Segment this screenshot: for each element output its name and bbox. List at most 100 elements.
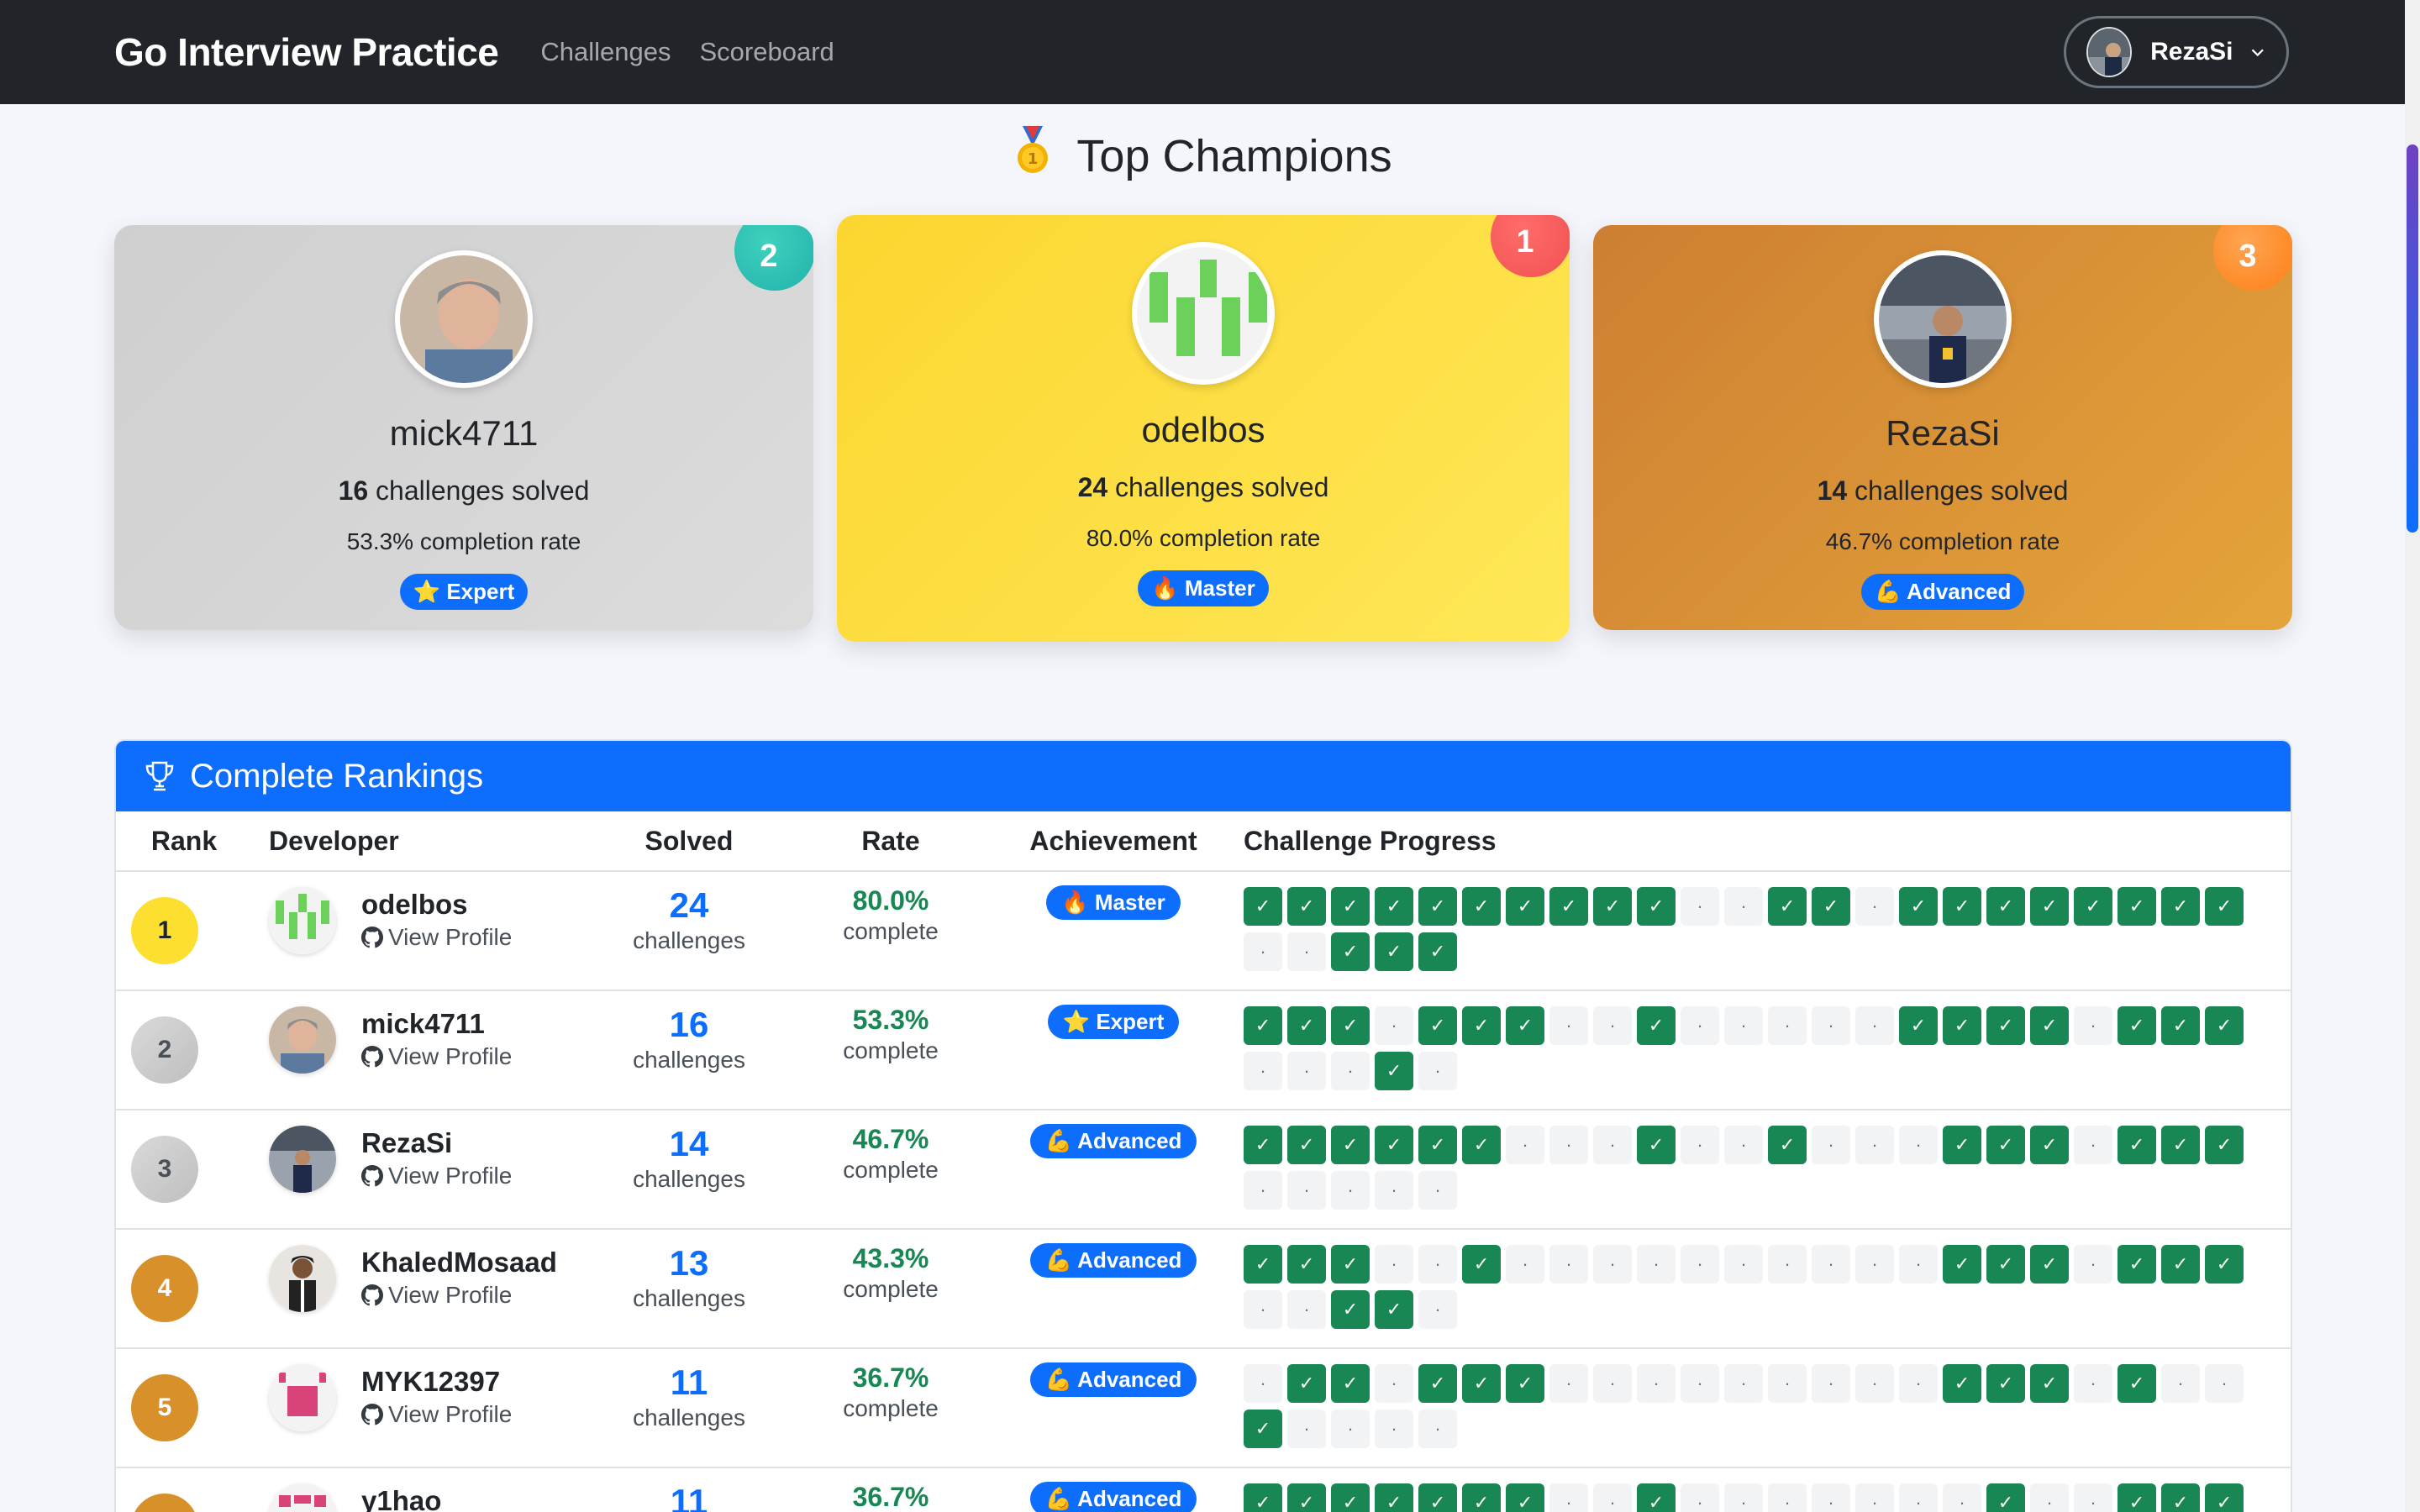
- nav-link-scoreboard[interactable]: Scoreboard: [699, 37, 834, 67]
- table-row[interactable]: 2 mick4711 View Profile 16 challenges 53…: [116, 991, 2291, 1110]
- challenge-solved-cell[interactable]: ✓: [1462, 1364, 1501, 1403]
- challenge-unsolved-cell[interactable]: ·: [1855, 887, 1894, 926]
- challenge-solved-cell[interactable]: ✓: [1287, 1483, 1326, 1512]
- challenge-solved-cell[interactable]: ✓: [1244, 1483, 1282, 1512]
- challenge-solved-cell[interactable]: ✓: [1768, 887, 1807, 926]
- challenge-unsolved-cell[interactable]: ·: [1593, 1006, 1632, 1045]
- challenge-solved-cell[interactable]: ✓: [1506, 1483, 1544, 1512]
- challenge-unsolved-cell[interactable]: ·: [1681, 1245, 1719, 1284]
- challenge-unsolved-cell[interactable]: ·: [1506, 1126, 1544, 1164]
- challenge-solved-cell[interactable]: ✓: [1943, 1245, 1981, 1284]
- challenge-unsolved-cell[interactable]: ·: [1549, 1126, 1588, 1164]
- challenge-solved-cell[interactable]: ✓: [2205, 1483, 2244, 1512]
- col-solved[interactable]: Solved: [597, 826, 781, 857]
- challenge-unsolved-cell[interactable]: ·: [1768, 1245, 1807, 1284]
- challenge-unsolved-cell[interactable]: ·: [1593, 1364, 1632, 1403]
- challenge-unsolved-cell[interactable]: ·: [2074, 1483, 2112, 1512]
- challenge-unsolved-cell[interactable]: ·: [1681, 1483, 1719, 1512]
- challenge-solved-cell[interactable]: ✓: [1331, 932, 1370, 971]
- col-developer[interactable]: Developer: [252, 826, 597, 857]
- challenge-unsolved-cell[interactable]: ·: [1768, 1483, 1807, 1512]
- challenge-solved-cell[interactable]: ✓: [1986, 1364, 2025, 1403]
- challenge-solved-cell[interactable]: ✓: [1375, 1290, 1413, 1329]
- challenge-solved-cell[interactable]: ✓: [2205, 1245, 2244, 1284]
- challenge-unsolved-cell[interactable]: ·: [1681, 1126, 1719, 1164]
- challenge-solved-cell[interactable]: ✓: [1375, 887, 1413, 926]
- challenge-unsolved-cell[interactable]: ·: [2030, 1483, 2069, 1512]
- challenge-unsolved-cell[interactable]: ·: [1244, 932, 1282, 971]
- challenge-unsolved-cell[interactable]: ·: [1244, 1171, 1282, 1210]
- challenge-unsolved-cell[interactable]: ·: [1331, 1410, 1370, 1448]
- challenge-unsolved-cell[interactable]: ·: [1593, 1483, 1632, 1512]
- challenge-solved-cell[interactable]: ✓: [2161, 887, 2200, 926]
- challenge-unsolved-cell[interactable]: ·: [2074, 1364, 2112, 1403]
- challenge-solved-cell[interactable]: ✓: [1418, 1126, 1457, 1164]
- challenge-solved-cell[interactable]: ✓: [1244, 1006, 1282, 1045]
- challenge-unsolved-cell[interactable]: ·: [1855, 1245, 1894, 1284]
- challenge-solved-cell[interactable]: ✓: [1899, 887, 1938, 926]
- challenge-unsolved-cell[interactable]: ·: [1768, 1006, 1807, 1045]
- challenge-unsolved-cell[interactable]: ·: [1418, 1171, 1457, 1210]
- challenge-unsolved-cell[interactable]: ·: [1287, 1410, 1326, 1448]
- challenge-solved-cell[interactable]: ✓: [1986, 1245, 2025, 1284]
- challenge-solved-cell[interactable]: ✓: [2118, 887, 2156, 926]
- challenge-unsolved-cell[interactable]: ·: [1287, 1290, 1326, 1329]
- challenge-solved-cell[interactable]: ✓: [1637, 1006, 1676, 1045]
- challenge-unsolved-cell[interactable]: ·: [1768, 1364, 1807, 1403]
- challenge-solved-cell[interactable]: ✓: [1287, 1364, 1326, 1403]
- challenge-solved-cell[interactable]: ✓: [1331, 1245, 1370, 1284]
- challenge-solved-cell[interactable]: ✓: [1943, 887, 1981, 926]
- challenge-solved-cell[interactable]: ✓: [2118, 1245, 2156, 1284]
- challenge-unsolved-cell[interactable]: ·: [1899, 1483, 1938, 1512]
- challenge-solved-cell[interactable]: ✓: [1462, 1126, 1501, 1164]
- challenge-unsolved-cell[interactable]: ·: [1812, 1483, 1850, 1512]
- challenge-solved-cell[interactable]: ✓: [2118, 1006, 2156, 1045]
- challenge-unsolved-cell[interactable]: ·: [1681, 1364, 1719, 1403]
- col-rate[interactable]: Rate: [781, 826, 1000, 857]
- challenge-solved-cell[interactable]: ✓: [1986, 1483, 2025, 1512]
- challenge-solved-cell[interactable]: ✓: [1244, 887, 1282, 926]
- challenge-solved-cell[interactable]: ✓: [1462, 1245, 1501, 1284]
- challenge-solved-cell[interactable]: ✓: [1331, 1364, 1370, 1403]
- col-achievement[interactable]: Achievement: [1000, 826, 1227, 857]
- brand-logo[interactable]: Go Interview Practice: [114, 29, 499, 75]
- challenge-solved-cell[interactable]: ✓: [1287, 1006, 1326, 1045]
- developer-name[interactable]: odelbos: [361, 889, 512, 921]
- scrollbar[interactable]: [2405, 0, 2420, 1512]
- challenge-unsolved-cell[interactable]: ·: [1812, 1126, 1850, 1164]
- challenge-unsolved-cell[interactable]: ·: [1375, 1410, 1413, 1448]
- challenge-unsolved-cell[interactable]: ·: [1418, 1245, 1457, 1284]
- challenge-unsolved-cell[interactable]: ·: [1549, 1483, 1588, 1512]
- challenge-solved-cell[interactable]: ✓: [1331, 1126, 1370, 1164]
- challenge-unsolved-cell[interactable]: ·: [1244, 1052, 1282, 1090]
- challenge-unsolved-cell[interactable]: ·: [1899, 1364, 1938, 1403]
- scrollbar-thumb[interactable]: [2407, 144, 2418, 533]
- table-row[interactable]: 3 RezaSi View Profile 14 challenges 46.7…: [116, 1110, 2291, 1230]
- challenge-unsolved-cell[interactable]: ·: [1724, 1483, 1763, 1512]
- table-row[interactable]: 4 KhaledMosaad View Profile 13 challenge…: [116, 1230, 2291, 1349]
- challenge-solved-cell[interactable]: ✓: [2074, 887, 2112, 926]
- challenge-solved-cell[interactable]: ✓: [1943, 1006, 1981, 1045]
- challenge-solved-cell[interactable]: ✓: [1593, 887, 1632, 926]
- challenge-solved-cell[interactable]: ✓: [1244, 1410, 1282, 1448]
- challenge-unsolved-cell[interactable]: ·: [1637, 1364, 1676, 1403]
- challenge-solved-cell[interactable]: ✓: [1418, 1483, 1457, 1512]
- challenge-unsolved-cell[interactable]: ·: [1724, 1245, 1763, 1284]
- challenge-unsolved-cell[interactable]: ·: [1549, 1245, 1588, 1284]
- challenge-solved-cell[interactable]: ✓: [1506, 887, 1544, 926]
- challenge-unsolved-cell[interactable]: ·: [1593, 1245, 1632, 1284]
- challenge-unsolved-cell[interactable]: ·: [1681, 1006, 1719, 1045]
- challenge-unsolved-cell[interactable]: ·: [1287, 1052, 1326, 1090]
- challenge-unsolved-cell[interactable]: ·: [1375, 1364, 1413, 1403]
- challenge-solved-cell[interactable]: ✓: [1637, 1126, 1676, 1164]
- challenge-solved-cell[interactable]: ✓: [2205, 887, 2244, 926]
- challenge-solved-cell[interactable]: ✓: [1331, 1483, 1370, 1512]
- view-profile-link[interactable]: View Profile: [361, 924, 512, 951]
- challenge-solved-cell[interactable]: ✓: [2118, 1483, 2156, 1512]
- challenge-solved-cell[interactable]: ✓: [1287, 887, 1326, 926]
- challenge-unsolved-cell[interactable]: ·: [1549, 1006, 1588, 1045]
- challenge-solved-cell[interactable]: ✓: [1812, 887, 1850, 926]
- challenge-solved-cell[interactable]: ✓: [1418, 1364, 1457, 1403]
- podium-card-third[interactable]: 3 RezaSi 14 challenges solved 46.7% comp…: [1593, 225, 2292, 630]
- challenge-solved-cell[interactable]: ✓: [1418, 932, 1457, 971]
